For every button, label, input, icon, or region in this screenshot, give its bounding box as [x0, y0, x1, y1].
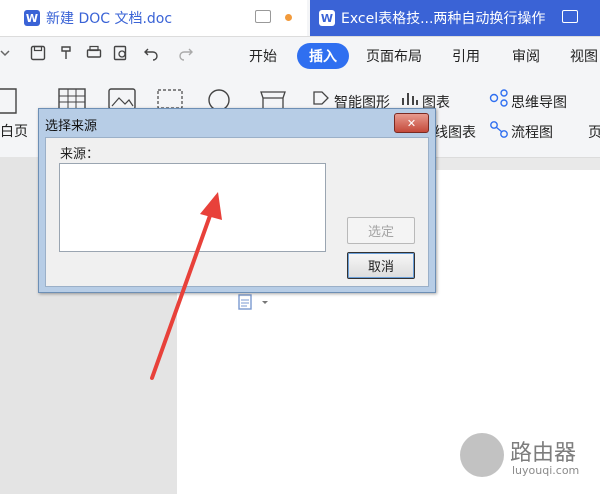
cancel-button[interactable]: 取消	[347, 252, 415, 279]
writer-icon: W	[319, 10, 335, 26]
undo-icon[interactable]	[143, 45, 159, 61]
shapes-icon[interactable]	[204, 88, 234, 110]
print-preview-icon[interactable]	[113, 45, 129, 61]
tab-view[interactable]: 视图	[570, 46, 598, 66]
tab-review[interactable]: 审阅	[512, 46, 540, 66]
chart-icon[interactable]	[401, 90, 419, 106]
source-list[interactable]	[59, 163, 326, 252]
close-button[interactable]: ✕	[394, 113, 429, 133]
chevron-down-icon[interactable]	[0, 48, 10, 60]
paste-options-icon[interactable]	[238, 294, 272, 310]
writer-icon: W	[24, 10, 40, 26]
store-icon[interactable]	[258, 88, 288, 110]
close-icon: ✕	[406, 116, 417, 130]
unsaved-dot-icon	[285, 14, 292, 21]
online-chart-label[interactable]: 线图表	[434, 122, 476, 142]
header-footer-label-partial[interactable]: 页	[588, 122, 600, 142]
select-button[interactable]: 选定	[347, 217, 415, 244]
smart-art-icon[interactable]	[312, 90, 330, 106]
watermark-url: luyouqi.com	[512, 464, 580, 477]
picture-icon[interactable]	[108, 88, 136, 110]
tab-references[interactable]: 引用	[452, 46, 480, 66]
flowchart-icon[interactable]	[489, 120, 509, 138]
tab-new-doc[interactable]: W 新建 DOC 文档.doc	[0, 0, 307, 36]
blank-page-icon[interactable]	[0, 88, 18, 114]
tab-insert[interactable]: 插入	[297, 43, 349, 69]
shape-select-icon[interactable]	[156, 88, 184, 110]
tab-title: Excel表格技...两种自动换行操作	[341, 11, 546, 27]
mind-map-icon[interactable]	[489, 89, 509, 107]
tab-excel-doc[interactable]: W Excel表格技...两种自动换行操作	[310, 0, 600, 36]
watermark-name: 路由器	[510, 441, 577, 466]
dialog-title: 选择来源	[45, 119, 98, 134]
tab-title: 新建 DOC 文档.doc	[46, 11, 173, 27]
print-icon[interactable]	[86, 45, 102, 61]
save-icon[interactable]	[30, 45, 46, 61]
tab-start[interactable]: 开始	[249, 46, 277, 66]
source-label: 来源：	[60, 147, 100, 162]
mind-map-label[interactable]: 思维导图	[511, 92, 567, 112]
flowchart-label[interactable]: 流程图	[511, 122, 553, 142]
monitor-icon[interactable]	[562, 10, 578, 23]
tab-page-layout[interactable]: 页面布局	[366, 46, 422, 66]
dialog-body: 来源： 选定 取消	[45, 137, 429, 287]
format-painter-icon[interactable]	[58, 45, 74, 61]
watermark-logo-icon	[460, 433, 504, 477]
table-icon[interactable]	[58, 88, 86, 110]
monitor-icon[interactable]	[255, 10, 271, 23]
redo-icon[interactable]	[178, 45, 194, 61]
select-source-dialog: 选择来源 ✕ 来源： 选定 取消	[38, 108, 436, 293]
blank-page-label[interactable]: 白页	[0, 121, 28, 141]
